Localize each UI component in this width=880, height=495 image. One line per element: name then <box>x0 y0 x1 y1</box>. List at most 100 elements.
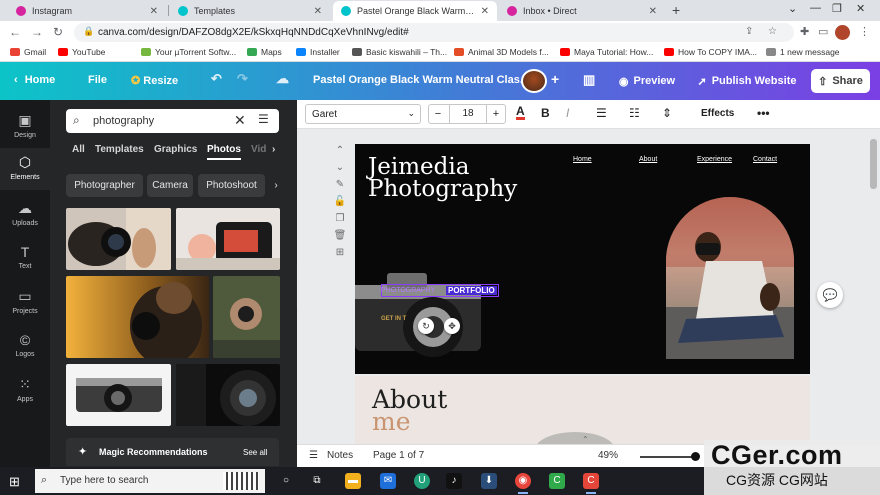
portfolio-text-b[interactable]: PORTFOLIO <box>446 286 497 295</box>
rail-item-elements[interactable]: ⬡ Elements <box>0 148 50 190</box>
windows-start-icon[interactable]: ⊞ <box>9 474 20 490</box>
bookmark-utorrent[interactable]: Your µTorrent Softw... <box>141 47 236 57</box>
sidepanel-icon[interactable]: ▭ <box>818 25 828 38</box>
zoom-slider[interactable] <box>640 456 695 458</box>
close-icon[interactable]: ✕ <box>649 6 657 17</box>
search-input[interactable]: photography <box>93 115 154 127</box>
list-icon[interactable]: ☷ <box>629 106 640 120</box>
lock-icon[interactable]: 🔒 <box>83 26 94 37</box>
move-handle-icon[interactable]: ✥ <box>444 318 460 334</box>
font-size-stepper[interactable]: − 18 + <box>428 104 506 124</box>
add-page-icon[interactable]: ⊞ <box>333 247 347 258</box>
menu-kebab-icon[interactable]: ⋮ <box>859 25 870 38</box>
bookmark-animal-3d[interactable]: Animal 3D Models f... <box>454 47 549 57</box>
bookmark-installer[interactable]: Installer <box>296 47 340 57</box>
tab-templates[interactable]: Templates ✕ <box>170 1 330 21</box>
mail-icon[interactable]: ✉ <box>380 473 396 489</box>
increase-size-icon[interactable]: + <box>487 108 505 120</box>
bookmark-youtube[interactable]: YouTube <box>58 47 105 57</box>
close-icon[interactable]: ✕ <box>314 6 322 17</box>
chip-photographer[interactable]: Photographer <box>66 174 143 197</box>
bookmark-maps[interactable]: Maps <box>247 47 282 57</box>
arch-photo-frame[interactable] <box>666 197 794 359</box>
design-page-1[interactable]: Jeimedia Photography Home About Experien… <box>355 144 810 374</box>
rail-item-uploads[interactable]: ☁ Uploads <box>0 196 50 236</box>
close-icon[interactable]: ✕ <box>150 6 158 17</box>
chips-next-icon[interactable]: › <box>269 174 283 197</box>
extensions-icon[interactable]: ✚ <box>800 25 809 38</box>
line-spacing-icon[interactable]: ⇕ <box>662 106 672 120</box>
scrollbar-thumb[interactable] <box>870 139 877 189</box>
camtasia-icon[interactable]: C <box>549 473 565 489</box>
vintage-camera-graphic[interactable] <box>355 267 483 363</box>
preview-button[interactable]: ◉ Preview <box>610 69 684 93</box>
site-title[interactable]: Jeimedia Photography <box>368 156 517 201</box>
nav-about[interactable]: About <box>639 156 657 163</box>
chevron-up-icon[interactable]: ⌃ <box>582 435 589 444</box>
share-button[interactable]: ⇧ Share <box>811 69 870 93</box>
back-icon[interactable]: ← <box>9 25 21 39</box>
nav-contact[interactable]: Contact <box>753 156 777 163</box>
add-collaborator-icon[interactable]: + <box>551 71 559 87</box>
trash-icon[interactable]: 🗑 <box>333 230 347 241</box>
tab-all[interactable]: All <box>72 144 85 155</box>
tab-videos[interactable]: Vid <box>251 144 266 155</box>
recorder-icon[interactable]: C <box>583 473 599 494</box>
taskbar-search[interactable]: ⌕ Type here to search <box>35 469 265 493</box>
duplicate-icon[interactable]: ❐ <box>333 213 347 224</box>
filter-sliders-icon[interactable]: ☰ <box>258 112 269 126</box>
bookmark-maya[interactable]: Maya Tutorial: How... <box>560 47 653 57</box>
cortana-icon[interactable]: ○ <box>278 473 294 489</box>
nav-home[interactable]: Home <box>573 156 592 163</box>
clear-search-icon[interactable]: ✕ <box>234 112 246 129</box>
font-family-select[interactable]: Garet ⌄ <box>305 104 421 124</box>
page-indicator[interactable]: Page 1 of 7 <box>373 450 424 461</box>
more-options-icon[interactable]: ••• <box>757 106 770 120</box>
notes-button[interactable]: Notes <box>327 450 353 461</box>
nav-experience[interactable]: Experience <box>697 156 732 163</box>
photo-thumbnail[interactable] <box>176 364 280 426</box>
url-text[interactable]: canva.com/design/DAFZO8dgX2E/kSkxqHqNNDd… <box>98 27 409 38</box>
rail-item-apps[interactable]: ⁙ Apps <box>0 372 50 412</box>
photo-thumbnail[interactable] <box>213 276 280 358</box>
lock-icon[interactable]: 🔓 <box>333 196 347 207</box>
rail-item-text[interactable]: T Text <box>0 240 50 280</box>
chevron-down-icon[interactable]: ⌄ <box>333 162 347 173</box>
app-icon[interactable]: ⬇ <box>481 473 497 489</box>
notes-icon[interactable]: ☰ <box>309 450 318 461</box>
document-title[interactable]: Pastel Orange Black Warm Neutral Clas... <box>313 74 529 86</box>
rotate-handle-icon[interactable]: ↻ <box>418 318 434 334</box>
insights-chart-icon[interactable]: ▥ <box>583 72 595 88</box>
rail-item-logos[interactable]: © Logos <box>0 328 50 368</box>
share-page-icon[interactable]: ⇪ <box>745 26 753 37</box>
tab-current-design[interactable]: Pastel Orange Black Warm Neutr ✕ <box>333 1 497 21</box>
tab-photos[interactable]: Photos <box>207 144 241 160</box>
bookmark-gmail[interactable]: Gmail <box>10 47 46 57</box>
task-view-icon[interactable]: ⧉ <box>309 473 325 489</box>
tab-inbox[interactable]: Inbox • Direct ✕ <box>499 1 665 21</box>
home-button[interactable]: ‹ Home <box>14 74 55 86</box>
file-explorer-icon[interactable]: ▬ <box>345 473 361 489</box>
effects-button[interactable]: Effects <box>701 108 734 119</box>
cloud-saved-icon[interactable]: ☁ <box>276 71 289 87</box>
photo-thumbnail[interactable] <box>176 208 280 270</box>
get-in-touch-text[interactable]: GET IN T <box>381 316 406 322</box>
tab-search-icon[interactable]: ⌄ <box>788 2 797 15</box>
about-heading-me[interactable]: me <box>372 409 411 434</box>
canvas-scrollbar[interactable] <box>870 133 877 433</box>
chevron-right-icon[interactable]: › <box>272 144 275 155</box>
chip-photoshoot[interactable]: Photoshoot <box>198 174 265 197</box>
tiktok-icon[interactable]: ♪ <box>446 473 462 489</box>
tab-instagram[interactable]: Instagram ✕ <box>8 1 166 21</box>
chrome-icon[interactable]: ◉ <box>515 473 531 494</box>
portfolio-text-a[interactable]: PHOTOGRAPHY <box>381 287 435 294</box>
magic-recommendations-bar[interactable]: ✦ Magic Recommendations See all <box>66 438 279 466</box>
text-color-icon[interactable]: A <box>516 105 525 120</box>
search-field[interactable]: ⌕ photography ✕ ☰ <box>66 109 279 133</box>
decrease-size-icon[interactable]: − <box>429 108 447 120</box>
design-page-2[interactable]: About me <box>355 376 810 444</box>
tab-templates[interactable]: Templates <box>95 144 144 155</box>
comment-icon[interactable]: 💬 <box>817 282 843 308</box>
publish-website-button[interactable]: ➚ Publish Website <box>692 69 802 93</box>
chevron-up-icon[interactable]: ⌃ <box>333 145 347 156</box>
